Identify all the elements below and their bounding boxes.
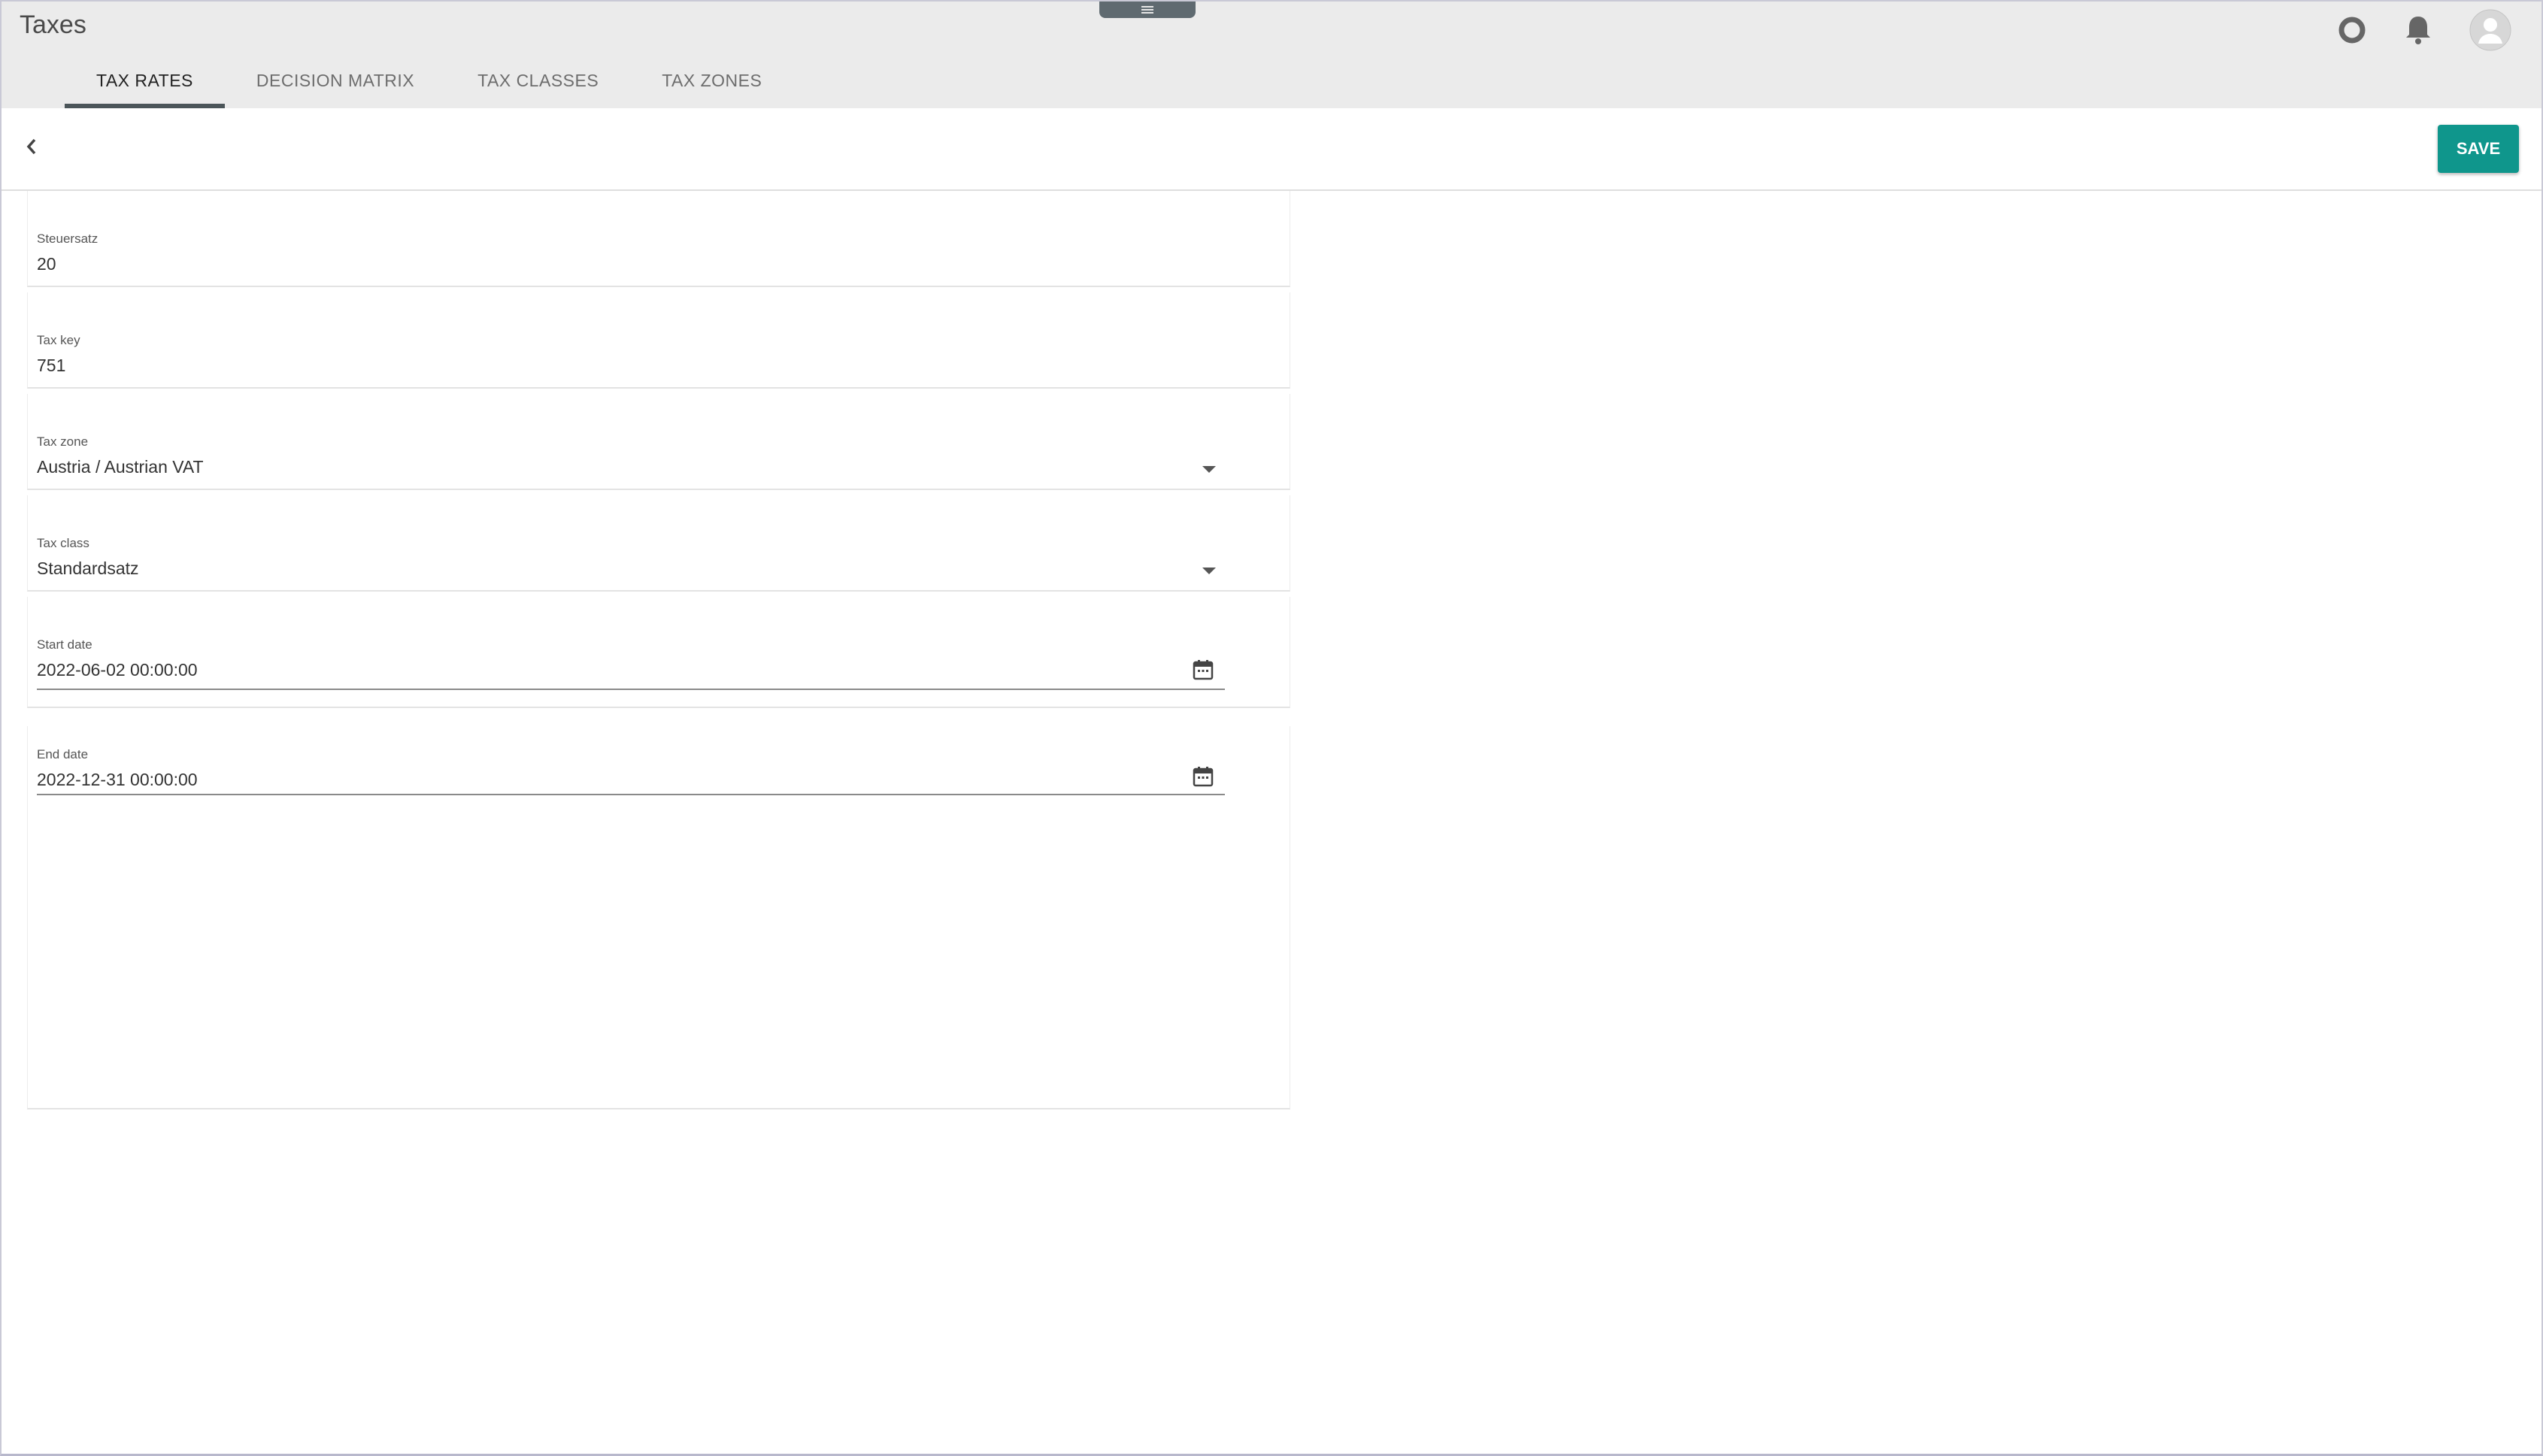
start-date-value[interactable]: 2022-06-02 00:00:00 <box>37 660 1281 680</box>
tax-class-select[interactable]: Tax class Standardsatz <box>27 495 1290 592</box>
menu-handle-icon[interactable] <box>1099 2 1196 18</box>
chevron-down-icon[interactable] <box>1202 466 1216 473</box>
start-date-field[interactable]: Start date 2022-06-02 00:00:00 <box>27 597 1290 708</box>
tax-zone-select[interactable]: Tax zone Austria / Austrian VAT <box>27 394 1290 490</box>
tax-key-value[interactable]: 751 <box>37 356 1281 376</box>
tax-rate-form: Steuersatz 20 Tax key 751 Tax zone Austr… <box>27 191 1290 708</box>
chevron-down-icon[interactable] <box>1202 568 1216 574</box>
tax-class-label: Tax class <box>37 536 89 550</box>
header-actions <box>2337 9 2511 51</box>
tax-zone-label: Tax zone <box>37 434 89 449</box>
tab-decision-matrix[interactable]: DECISION MATRIX <box>225 63 446 108</box>
calendar-icon[interactable] <box>1192 658 1214 685</box>
tab-tax-rates[interactable]: TAX RATES <box>65 63 225 108</box>
tax-rate-label: Steuersatz <box>37 232 99 246</box>
user-avatar-icon[interactable] <box>2469 9 2511 51</box>
end-date-value[interactable]: 2022-12-31 00:00:00 <box>37 770 198 790</box>
tax-rate-value[interactable]: 20 <box>37 254 1281 274</box>
chevron-left-icon[interactable] <box>24 137 39 160</box>
tax-key-label: Tax key <box>37 333 80 347</box>
calendar-icon[interactable] <box>1192 765 1214 792</box>
end-date-underline <box>37 794 1225 795</box>
tab-tax-classes[interactable]: TAX CLASSES <box>446 63 630 108</box>
tab-bar: TAX RATES DECISION MATRIX TAX CLASSES TA… <box>65 63 793 108</box>
tab-tax-zones[interactable]: TAX ZONES <box>630 63 793 108</box>
start-date-underline <box>37 689 1225 690</box>
start-date-label: Start date <box>37 637 92 652</box>
tax-zone-value[interactable]: Austria / Austrian VAT <box>37 457 1281 477</box>
page-title: Taxes <box>20 11 86 39</box>
end-date-label: End date <box>37 747 89 761</box>
bell-icon[interactable] <box>2403 14 2433 47</box>
end-date-field[interactable]: End date 2022-12-31 00:00:00 <box>27 726 1290 1109</box>
save-button[interactable]: SAVE <box>2438 125 2519 173</box>
tax-rate-field[interactable]: Steuersatz 20 <box>27 191 1290 287</box>
tax-key-field[interactable]: Tax key 751 <box>27 292 1290 389</box>
tax-class-value[interactable]: Standardsatz <box>37 558 1281 579</box>
app-header: Taxes TAX RATES DECISION MATRIX TAX CLAS… <box>2 2 2541 108</box>
help-circle-icon[interactable] <box>2337 15 2367 45</box>
toolbar: SAVE <box>2 108 2541 191</box>
